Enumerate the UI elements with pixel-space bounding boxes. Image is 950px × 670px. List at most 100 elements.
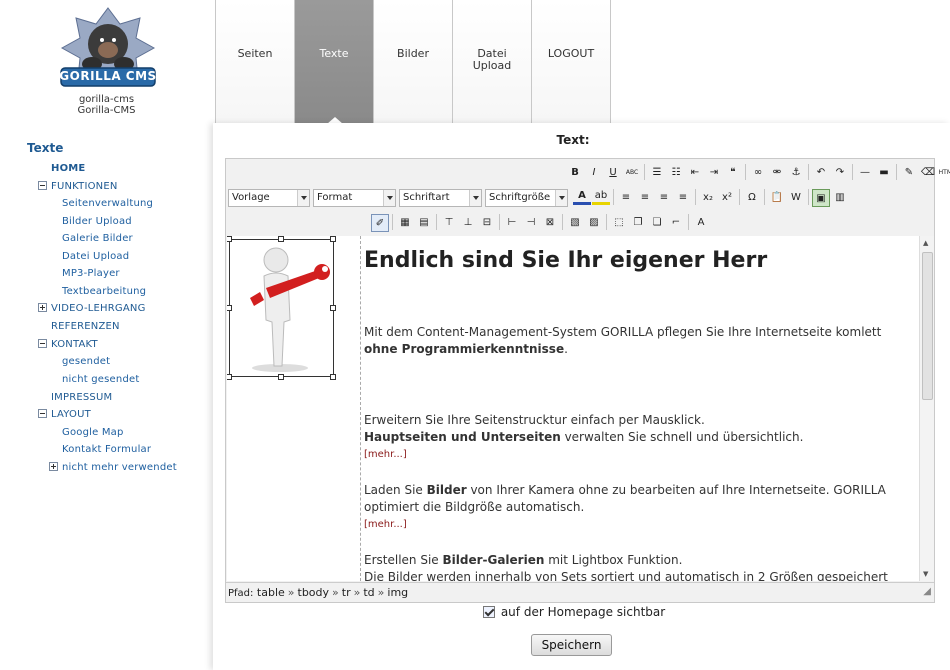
gorilla-logo[interactable]: GORILLA CMS [58, 6, 158, 92]
merge-cells-icon[interactable]: ▧ [566, 214, 584, 232]
tab-datei[interactable]: Datei Upload [452, 0, 531, 123]
resize-handle[interactable] [227, 236, 232, 242]
html-source-icon[interactable]: HTML [938, 164, 950, 182]
delete-col-icon[interactable]: ⊠ [541, 214, 559, 232]
resize-handle[interactable] [278, 374, 284, 380]
font-select[interactable]: Schriftart [399, 189, 482, 207]
redo-icon[interactable]: ↷ [831, 164, 849, 182]
eraser-icon[interactable]: ⌫ [919, 164, 937, 182]
sidebar-item[interactable]: nicht mehr verwendet [49, 462, 177, 473]
sidebar-item[interactable]: VIDEO-LEHRGANG [38, 303, 146, 314]
vertical-scrollbar[interactable]: ▲ ▼ [919, 236, 934, 581]
table-props-icon[interactable]: ▤ [415, 214, 433, 232]
resize-handle[interactable] [330, 236, 336, 242]
horizontal-rule-icon[interactable]: — [856, 164, 874, 182]
sidebar-item[interactable]: KONTAKT [38, 339, 98, 350]
sidebar-item[interactable]: Google Map [62, 427, 124, 438]
blockquote-icon[interactable]: ❝ [724, 164, 742, 182]
tab-texte[interactable]: Texte [294, 0, 373, 124]
path-item[interactable]: tbody [298, 586, 330, 599]
path-item[interactable]: img [387, 586, 408, 599]
image-icon[interactable]: ▣ [812, 189, 830, 207]
align-right-icon[interactable]: ≡ [655, 189, 673, 207]
bold-icon[interactable]: B [566, 164, 584, 182]
collapse-icon[interactable] [38, 339, 47, 348]
subscript-icon[interactable]: x₂ [699, 189, 717, 207]
sidebar-item[interactable]: Textbearbeitung [62, 286, 146, 297]
sidebar-item[interactable]: HOME [51, 163, 85, 174]
italic-icon[interactable]: I [585, 164, 603, 182]
size-select[interactable]: Schriftgröße [485, 189, 568, 207]
row-before-icon[interactable]: ⊤ [440, 214, 458, 232]
split-cells-icon[interactable]: ▨ [585, 214, 603, 232]
expand-icon[interactable] [49, 462, 58, 471]
save-button[interactable]: Speichern [531, 634, 612, 656]
table-icon[interactable]: ▦ [396, 214, 414, 232]
align-center-icon[interactable]: ≡ [636, 189, 654, 207]
paste-text-icon[interactable]: 📋 [768, 189, 786, 207]
pagebreak-icon[interactable]: ▬ [875, 164, 893, 182]
indent-icon[interactable]: ⇥ [705, 164, 723, 182]
sidebar-item[interactable]: MP3-Player [62, 268, 120, 279]
undo-icon[interactable]: ↶ [812, 164, 830, 182]
collapse-icon[interactable] [38, 181, 47, 190]
col-after-icon[interactable]: ⊣ [522, 214, 540, 232]
sidebar-item[interactable]: REFERENZEN [51, 321, 120, 332]
paste-icon[interactable]: ❏ [648, 214, 666, 232]
resize-handle[interactable] [330, 374, 336, 380]
sidebar-item[interactable]: IMPRESSUM [51, 392, 112, 403]
col-before-icon[interactable]: ⊢ [503, 214, 521, 232]
resize-handle[interactable] [227, 305, 232, 311]
resize-grip-icon[interactable]: ◢ [923, 586, 931, 597]
delete-row-icon[interactable]: ⊟ [478, 214, 496, 232]
scrollbar-thumb[interactable] [922, 252, 933, 400]
tab-logout[interactable]: LOGOUT [531, 0, 610, 123]
special-char-icon[interactable]: Ω [743, 189, 761, 207]
style-select[interactable]: Vorlage [228, 189, 310, 207]
cell-props-icon[interactable]: ⬚ [610, 214, 628, 232]
underline-icon[interactable]: U [604, 164, 622, 182]
text-color-icon[interactable]: A [573, 189, 591, 205]
bullet-list-icon[interactable]: ☷ [667, 164, 685, 182]
scroll-down-icon[interactable]: ▼ [923, 570, 928, 578]
paste-word-icon[interactable]: W [787, 189, 805, 207]
resize-handle[interactable] [227, 374, 232, 380]
unlink-icon[interactable]: ⚮ [768, 164, 786, 182]
sidebar-item[interactable]: Galerie Bilder [62, 233, 133, 244]
sidebar-item[interactable]: Seitenverwaltung [62, 198, 153, 209]
sidebar-item[interactable]: nicht gesendet [62, 374, 139, 385]
highlight-color-icon[interactable]: ab [592, 189, 610, 205]
align-left-icon[interactable]: ≡ [617, 189, 635, 207]
expand-icon[interactable] [38, 303, 47, 312]
more-link[interactable]: [mehr...] [364, 519, 407, 530]
media-icon[interactable]: ▥ [831, 189, 849, 207]
homepage-visible-checkbox[interactable] [483, 606, 495, 618]
path-item[interactable]: table [257, 586, 285, 599]
collapse-icon[interactable] [38, 409, 47, 418]
edit-image-icon[interactable]: ✐ [371, 214, 389, 232]
sidebar-item[interactable]: Bilder Upload [62, 216, 132, 227]
crop-icon[interactable]: ⌐ [667, 214, 685, 232]
editor-content[interactable]: Endlich sind Sie Ihr eigener Herr Mit de… [227, 236, 919, 581]
link-icon[interactable]: ∞ [749, 164, 767, 182]
resize-handle[interactable] [278, 236, 284, 242]
scroll-up-icon[interactable]: ▲ [923, 239, 928, 247]
anchor-icon[interactable]: ⚓ [787, 164, 805, 182]
row-after-icon[interactable]: ⊥ [459, 214, 477, 232]
strikethrough-icon[interactable]: ABC [623, 164, 641, 182]
numbered-list-icon[interactable]: ☰ [648, 164, 666, 182]
tab-seiten[interactable]: Seiten [215, 0, 294, 123]
justify-icon[interactable]: ≡ [674, 189, 692, 207]
sidebar-item[interactable]: FUNKTIONEN [38, 181, 118, 192]
sidebar-item[interactable]: gesendet [62, 356, 110, 367]
sidebar-item[interactable]: Datei Upload [62, 251, 129, 262]
superscript-icon[interactable]: x² [718, 189, 736, 207]
path-item[interactable]: td [363, 586, 374, 599]
resize-handle[interactable] [330, 305, 336, 311]
copy-icon[interactable]: ❐ [629, 214, 647, 232]
clear-format-icon[interactable]: ✎ [900, 164, 918, 182]
sidebar-item[interactable]: LAYOUT [38, 409, 91, 420]
format-select[interactable]: Format [313, 189, 396, 207]
selected-image[interactable] [229, 239, 334, 377]
path-item[interactable]: tr [342, 586, 351, 599]
